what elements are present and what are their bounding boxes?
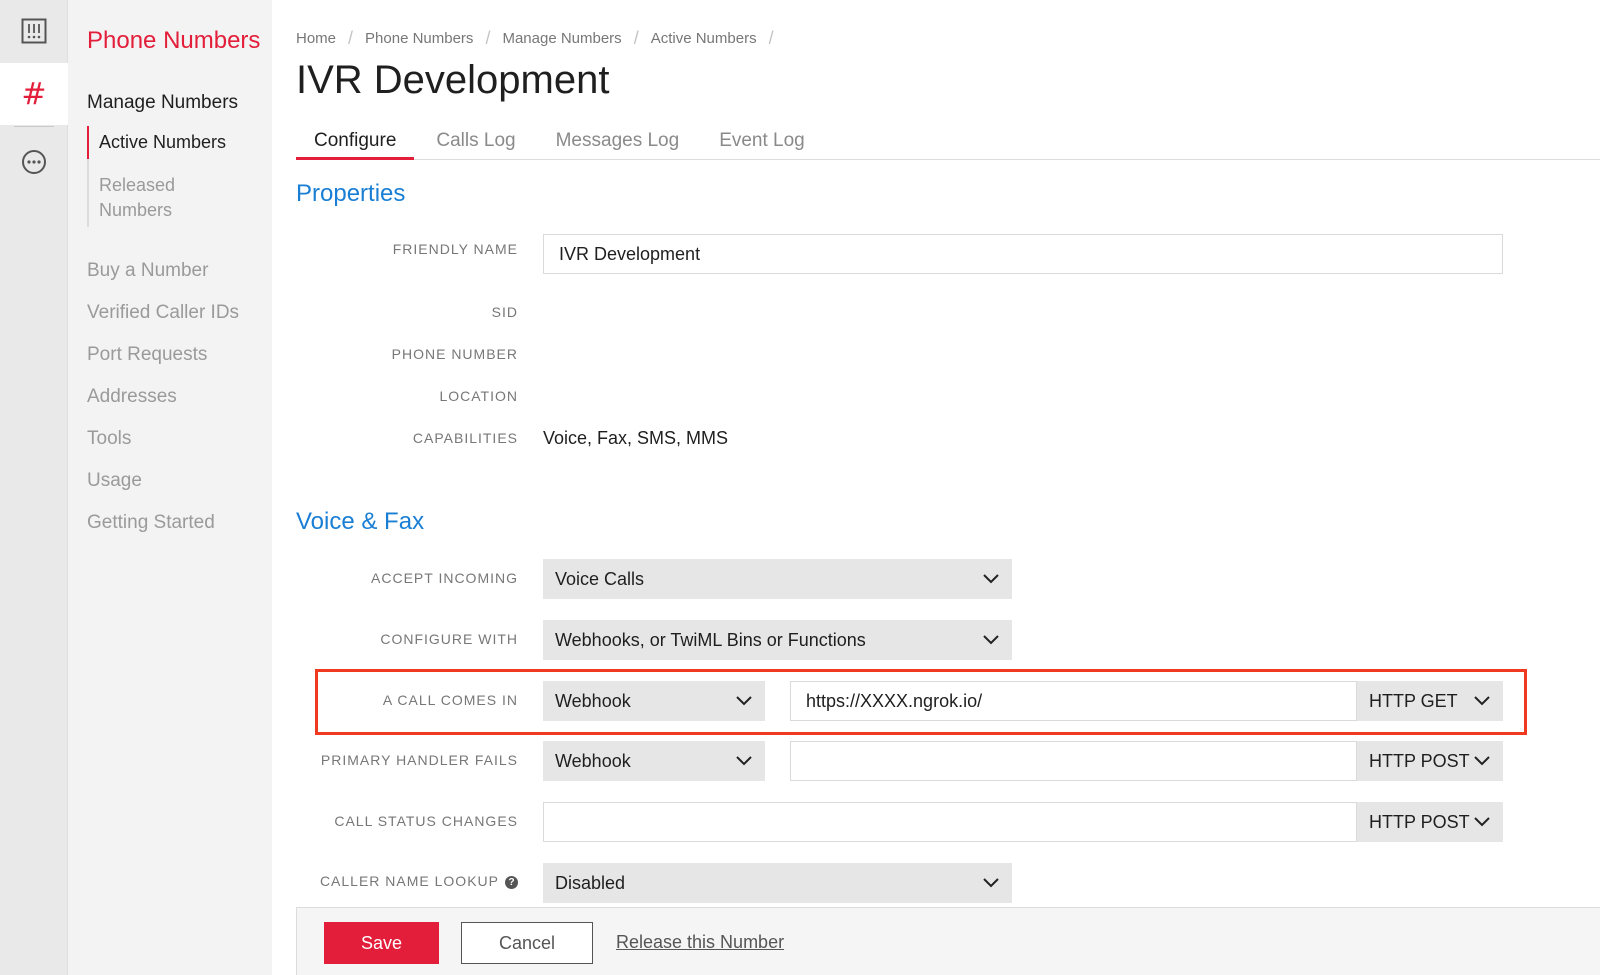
breadcrumb-manage-numbers[interactable]: Manage Numbers	[502, 30, 621, 47]
primary-handler-type-value: Webhook	[555, 750, 631, 771]
location-label: LOCATION	[439, 388, 518, 404]
breadcrumb-separator: /	[768, 28, 774, 48]
breadcrumb-home[interactable]: Home	[296, 30, 336, 47]
chevron-down-icon	[735, 692, 753, 710]
accept-incoming-select[interactable]: Voice Calls	[543, 559, 1012, 599]
breadcrumb-active-numbers[interactable]: Active Numbers	[651, 30, 757, 47]
dashboard-icon[interactable]	[0, 0, 68, 62]
chevron-down-icon	[982, 631, 1000, 649]
rail-divider	[14, 126, 54, 127]
sidebar-item-getting-started[interactable]: Getting Started	[87, 510, 239, 552]
sidebar-item-released-numbers[interactable]: Released Numbers	[89, 159, 239, 227]
breadcrumb-separator: /	[348, 28, 354, 48]
call-comes-in-url-input[interactable]: https://XXXX.ngrok.io/	[790, 681, 1357, 721]
capabilities-label: CAPABILITIES	[412, 430, 518, 446]
call-status-url-input[interactable]	[543, 802, 1357, 842]
help-icon[interactable]: ?	[505, 875, 518, 889]
sidebar: Phone Numbers Manage Numbers Active Numb…	[68, 0, 272, 975]
page-title: IVR Development	[296, 58, 610, 102]
more-icon[interactable]	[0, 131, 68, 193]
sidebar-item-port-requests[interactable]: Port Requests	[87, 342, 239, 384]
tab-configure[interactable]: Configure	[296, 124, 415, 160]
call-comes-in-method-value: HTTP GET	[1369, 690, 1458, 711]
chevron-down-icon	[1473, 692, 1491, 710]
sidebar-item-addresses[interactable]: Addresses	[87, 384, 239, 426]
call-status-changes-label: CALL STATUS CHANGES	[334, 813, 518, 829]
accept-incoming-label: ACCEPT INCOMING	[371, 570, 518, 586]
release-number-link[interactable]: Release this Number	[616, 932, 784, 953]
voice-fax-heading: Voice & Fax	[296, 508, 425, 535]
sidebar-links: Buy a Number Verified Caller IDs Port Re…	[87, 258, 239, 552]
sidebar-subnav: Active Numbers Released Numbers	[87, 126, 239, 227]
breadcrumb-phone-numbers[interactable]: Phone Numbers	[365, 30, 473, 47]
chevron-down-icon	[1473, 752, 1491, 770]
call-comes-in-type-value: Webhook	[555, 690, 631, 711]
tab-bar: Configure Calls Log Messages Log Event L…	[296, 124, 1600, 160]
save-button[interactable]: Save	[324, 922, 439, 964]
call-comes-in-type-select[interactable]: Webhook	[543, 681, 765, 721]
tab-event-log[interactable]: Event Log	[701, 124, 823, 160]
call-comes-in-method-select[interactable]: HTTP GET	[1357, 681, 1503, 721]
sidebar-group-manage-numbers[interactable]: Manage Numbers	[87, 92, 238, 114]
hash-glyph: #	[21, 76, 47, 112]
sidebar-item-tools[interactable]: Tools	[87, 426, 239, 468]
sidebar-item-usage[interactable]: Usage	[87, 468, 239, 510]
primary-handler-url-input[interactable]	[790, 741, 1357, 781]
primary-handler-fails-label: PRIMARY HANDLER FAILS	[320, 752, 518, 768]
chevron-down-icon	[982, 874, 1000, 892]
configure-with-select[interactable]: Webhooks, or TwiML Bins or Functions	[543, 620, 1012, 660]
primary-handler-method-select[interactable]: HTTP POST	[1357, 741, 1503, 781]
sidebar-item-buy-number[interactable]: Buy a Number	[87, 258, 239, 300]
chevron-down-icon	[1473, 813, 1491, 831]
breadcrumb-separator: /	[485, 28, 491, 48]
hash-icon[interactable]: #	[0, 63, 68, 125]
tab-messages-log[interactable]: Messages Log	[538, 124, 698, 160]
caller-name-lookup-select[interactable]: Disabled	[543, 863, 1012, 903]
phone-number-label: PHONE NUMBER	[391, 346, 518, 362]
sidebar-title[interactable]: Phone Numbers	[87, 27, 260, 55]
properties-heading: Properties	[296, 180, 406, 207]
icon-rail: #	[0, 0, 68, 975]
capabilities-value: Voice, Fax, SMS, MMS	[543, 428, 729, 448]
main-content: Home / Phone Numbers / Manage Numbers / …	[272, 0, 1600, 975]
breadcrumb: Home / Phone Numbers / Manage Numbers / …	[296, 28, 786, 49]
caller-name-lookup-value: Disabled	[555, 872, 626, 893]
chevron-down-icon	[982, 570, 1000, 588]
tab-calls-log[interactable]: Calls Log	[418, 124, 533, 160]
caller-name-lookup-label-row: CALLER NAME LOOKUP?	[320, 873, 518, 889]
call-status-method-select[interactable]: HTTP POST	[1357, 802, 1503, 842]
sid-label: SID	[491, 304, 518, 320]
cancel-button[interactable]: Cancel	[461, 922, 593, 964]
caller-name-lookup-label: CALLER NAME LOOKUP	[319, 873, 499, 889]
friendly-name-label: FRIENDLY NAME	[392, 241, 518, 257]
call-status-method-value: HTTP POST	[1369, 811, 1470, 832]
breadcrumb-separator: /	[633, 28, 639, 48]
action-footer: Save Cancel Release this Number	[296, 907, 1600, 975]
sidebar-item-active-numbers[interactable]: Active Numbers	[87, 126, 237, 159]
primary-handler-method-value: HTTP POST	[1369, 750, 1470, 771]
sidebar-item-verified-caller-ids[interactable]: Verified Caller IDs	[87, 300, 239, 342]
configure-with-label: CONFIGURE WITH	[380, 631, 518, 647]
accept-incoming-value: Voice Calls	[555, 568, 645, 589]
friendly-name-input[interactable]: IVR Development	[543, 234, 1503, 274]
primary-handler-type-select[interactable]: Webhook	[543, 741, 765, 781]
call-comes-in-label: A CALL COMES IN	[382, 692, 518, 708]
configure-with-value: Webhooks, or TwiML Bins or Functions	[555, 629, 866, 650]
chevron-down-icon	[735, 752, 753, 770]
